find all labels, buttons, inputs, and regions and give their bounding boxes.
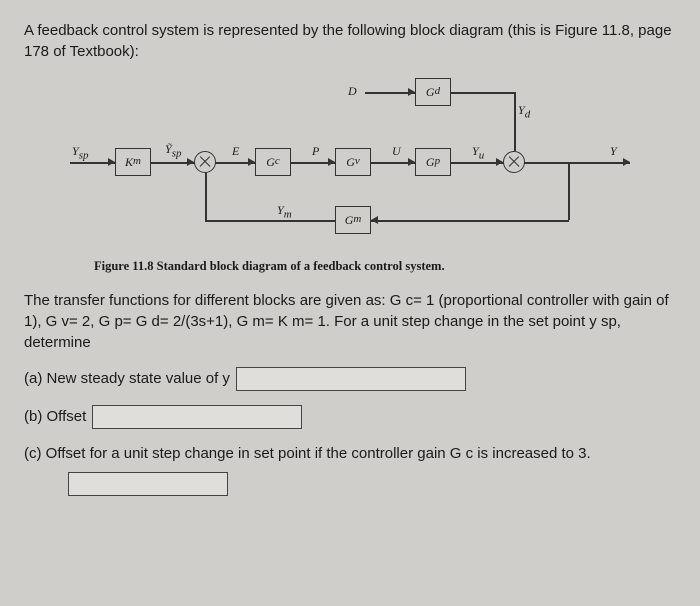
block-diagram: Ysp Km Ỹsp E Gc P Gv U Gp Yu Y D Gd Yd G… xyxy=(70,80,630,250)
answer-a-input[interactable] xyxy=(236,367,466,391)
signal-yu: Yu xyxy=(472,143,484,164)
answer-b-input[interactable] xyxy=(92,405,302,429)
signal-ysp-tilde: Ỹsp xyxy=(165,141,181,162)
question-b: (b) Offset xyxy=(24,405,676,429)
block-gp: Gp xyxy=(415,148,451,176)
signal-yd: Yd xyxy=(518,102,530,123)
signal-p: P xyxy=(312,143,319,160)
block-gv: Gv xyxy=(335,148,371,176)
block-gm: Gm xyxy=(335,206,371,234)
answer-c-input[interactable] xyxy=(68,472,228,496)
signal-ysp: Ysp xyxy=(72,143,88,164)
block-km: Km xyxy=(115,148,151,176)
question-a-label: (a) New steady state value of y xyxy=(24,368,230,389)
block-gc: Gc xyxy=(255,148,291,176)
question-c xyxy=(24,472,676,496)
figure-caption: Figure 11.8 Standard block diagram of a … xyxy=(24,258,676,276)
signal-y: Y xyxy=(610,143,617,160)
signal-d: D xyxy=(348,83,357,100)
summing-junction-1 xyxy=(194,151,216,173)
question-b-label: (b) Offset xyxy=(24,406,86,427)
problem-prompt: A feedback control system is represented… xyxy=(24,20,676,62)
signal-e: E xyxy=(232,143,239,160)
summing-junction-2 xyxy=(503,151,525,173)
question-a: (a) New steady state value of y xyxy=(24,367,676,391)
question-c-label: (c) Offset for a unit step change in set… xyxy=(24,443,676,464)
block-gd: Gd xyxy=(415,78,451,106)
problem-body: The transfer functions for different blo… xyxy=(24,290,676,353)
signal-u: U xyxy=(392,143,401,160)
